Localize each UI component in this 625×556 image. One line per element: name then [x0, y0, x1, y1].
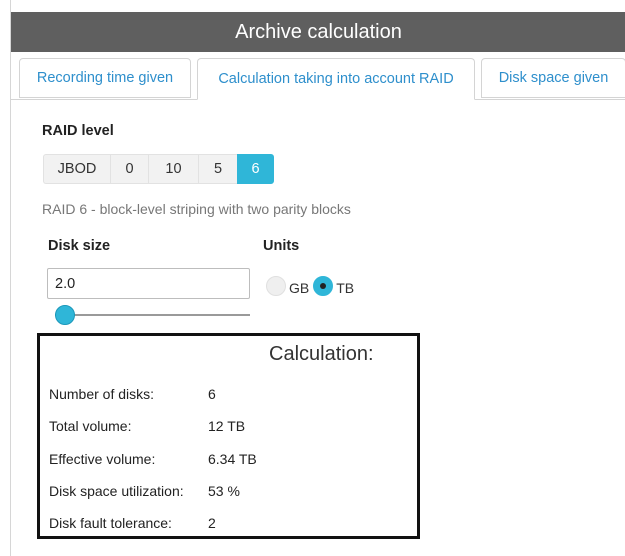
units-radio-tb-label: TB — [336, 280, 355, 296]
raid-option-6[interactable]: 6 — [237, 154, 274, 184]
window-title: Archive calculation — [11, 12, 625, 52]
raid-option-0[interactable]: 0 — [110, 154, 148, 184]
disk-fault-tolerance-value: 2 — [208, 515, 216, 531]
units-radio-tb[interactable] — [313, 276, 334, 296]
effective-volume-value: 6.34 TB — [208, 451, 257, 467]
calculation-title: Calculation: — [269, 343, 374, 365]
disk-size-slider[interactable] — [55, 305, 250, 325]
units-radio-gb-label: GB — [289, 280, 310, 296]
archive-calculation-window: Archive calculation Recording time given… — [10, 0, 625, 556]
calculation-panel: Calculation: Number of disks: 6 Total vo… — [37, 333, 420, 539]
raid-description: RAID 6 - block-level striping with two p… — [42, 201, 351, 217]
tab-raid-calculation[interactable]: Calculation taking into account RAID — [197, 58, 475, 100]
raid-level-label: RAID level — [42, 123, 114, 139]
tab-disk-space-given[interactable]: Disk space given — [481, 58, 625, 98]
raid-option-jbod[interactable]: JBOD — [43, 154, 110, 184]
disk-fault-tolerance-label: Disk fault tolerance: — [49, 515, 172, 531]
disk-space-utilization-label: Disk space utilization: — [49, 483, 184, 499]
units-radio-gb[interactable] — [266, 276, 286, 296]
number-of-disks-value: 6 — [208, 386, 216, 402]
raid-option-5[interactable]: 5 — [198, 154, 237, 184]
disk-space-utilization-value: 53 % — [208, 483, 240, 499]
number-of-disks-label: Number of disks: — [49, 386, 155, 402]
units-label: Units — [263, 238, 300, 254]
total-volume-label: Total volume: — [49, 418, 132, 434]
effective-volume-label: Effective volume: — [49, 451, 156, 467]
tab-recording-time-given[interactable]: Recording time given — [19, 58, 191, 98]
total-volume-value: 12 TB — [208, 418, 246, 434]
tab-bar: Recording time given Calculation taking … — [11, 58, 625, 100]
raid-level-selector: JBOD 0 10 5 6 — [43, 154, 274, 184]
raid-option-10[interactable]: 10 — [148, 154, 198, 184]
units-radio-group: GB TB — [266, 276, 358, 296]
disk-size-label: Disk size — [48, 238, 111, 254]
disk-size-slider-thumb[interactable] — [55, 305, 75, 325]
disk-size-input[interactable] — [47, 268, 250, 299]
